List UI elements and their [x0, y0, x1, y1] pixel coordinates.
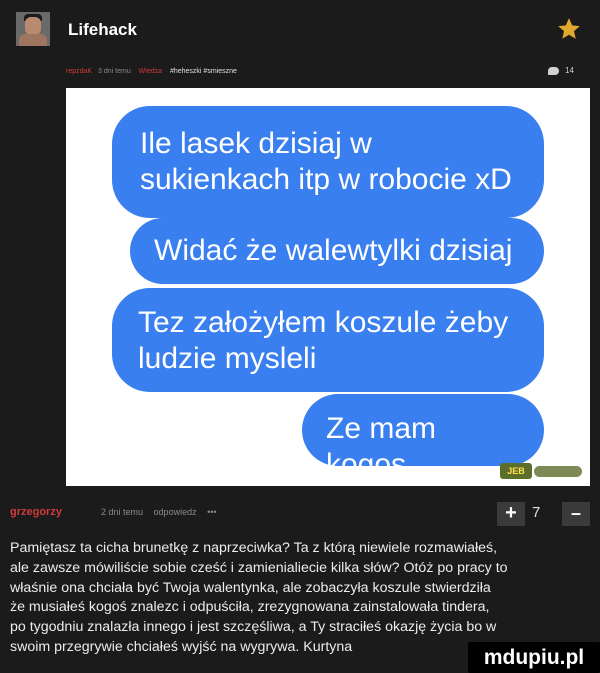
comment-author[interactable]: grzegorzy: [10, 506, 62, 518]
image-watermark: JEB: [498, 460, 588, 484]
watermark-graphic: [534, 466, 582, 477]
watermark-logo: JEB: [500, 463, 532, 479]
chat-bubble: Ile lasek dzisiaj w sukienkach itp w rob…: [112, 106, 544, 218]
post-category[interactable]: Wiedza: [139, 68, 162, 75]
downvote-button[interactable]: –: [562, 502, 590, 526]
avatar-body: [19, 34, 47, 46]
comment-header: grzegorzy 2 dni temu odpowiedz ••• + 7 –: [0, 498, 600, 528]
comment-bubble-icon: [548, 66, 559, 75]
comment-score: 7: [532, 504, 541, 521]
channel-avatar[interactable]: [16, 12, 50, 46]
reply-link[interactable]: odpowiedz: [154, 507, 197, 517]
comment-count[interactable]: 14: [548, 66, 574, 75]
post-time: 3 dni temu: [98, 68, 131, 75]
comment-time: 2 dni temu: [101, 507, 144, 517]
channel-title[interactable]: Lifehack: [68, 20, 137, 40]
avatar-face: [25, 17, 41, 35]
comment-line: właśnie ona chciała być Twoja walentynka…: [10, 579, 491, 596]
comment-meta: 2 dni temu odpowiedz •••: [101, 507, 225, 517]
chat-bubble: Tez założyłem koszule żeby ludzie myslel…: [112, 288, 544, 392]
comment-text: Pamiętasz ta cicha brunetkę z naprzeciwk…: [10, 539, 600, 658]
post-tags[interactable]: #heheszki #smieszne: [170, 68, 237, 75]
more-options-icon[interactable]: •••: [207, 507, 216, 517]
chat-bubble: Widać że walewtylki dzisiaj: [130, 218, 544, 284]
comment-count-label: 14: [565, 66, 574, 75]
post-meta: repzdaK 3 dni temu Wiedza #heheszki #smi…: [66, 68, 237, 75]
chat-bubble: Ze mam kogos: [302, 394, 544, 481]
comment-line: że musiałeś kogoś znalezc i odpuściła, z…: [10, 599, 490, 616]
site-watermark: mdupiu.pl: [468, 642, 600, 673]
upvote-button[interactable]: +: [497, 502, 525, 526]
post-author[interactable]: repzdaK: [66, 68, 92, 75]
comment-line: po tygodniu znalazła innego i jest szczę…: [10, 619, 497, 636]
comment-line: ale zawsze mówiliście sobie cześć i zami…: [10, 559, 508, 576]
post-header: Lifehack: [0, 0, 600, 60]
post-image[interactable]: Ile lasek dzisiaj w sukienkach itp w rob…: [66, 88, 590, 486]
star-icon[interactable]: [556, 16, 582, 42]
comment-line: Pamiętasz ta cicha brunetkę z naprzeciwk…: [10, 540, 498, 556]
